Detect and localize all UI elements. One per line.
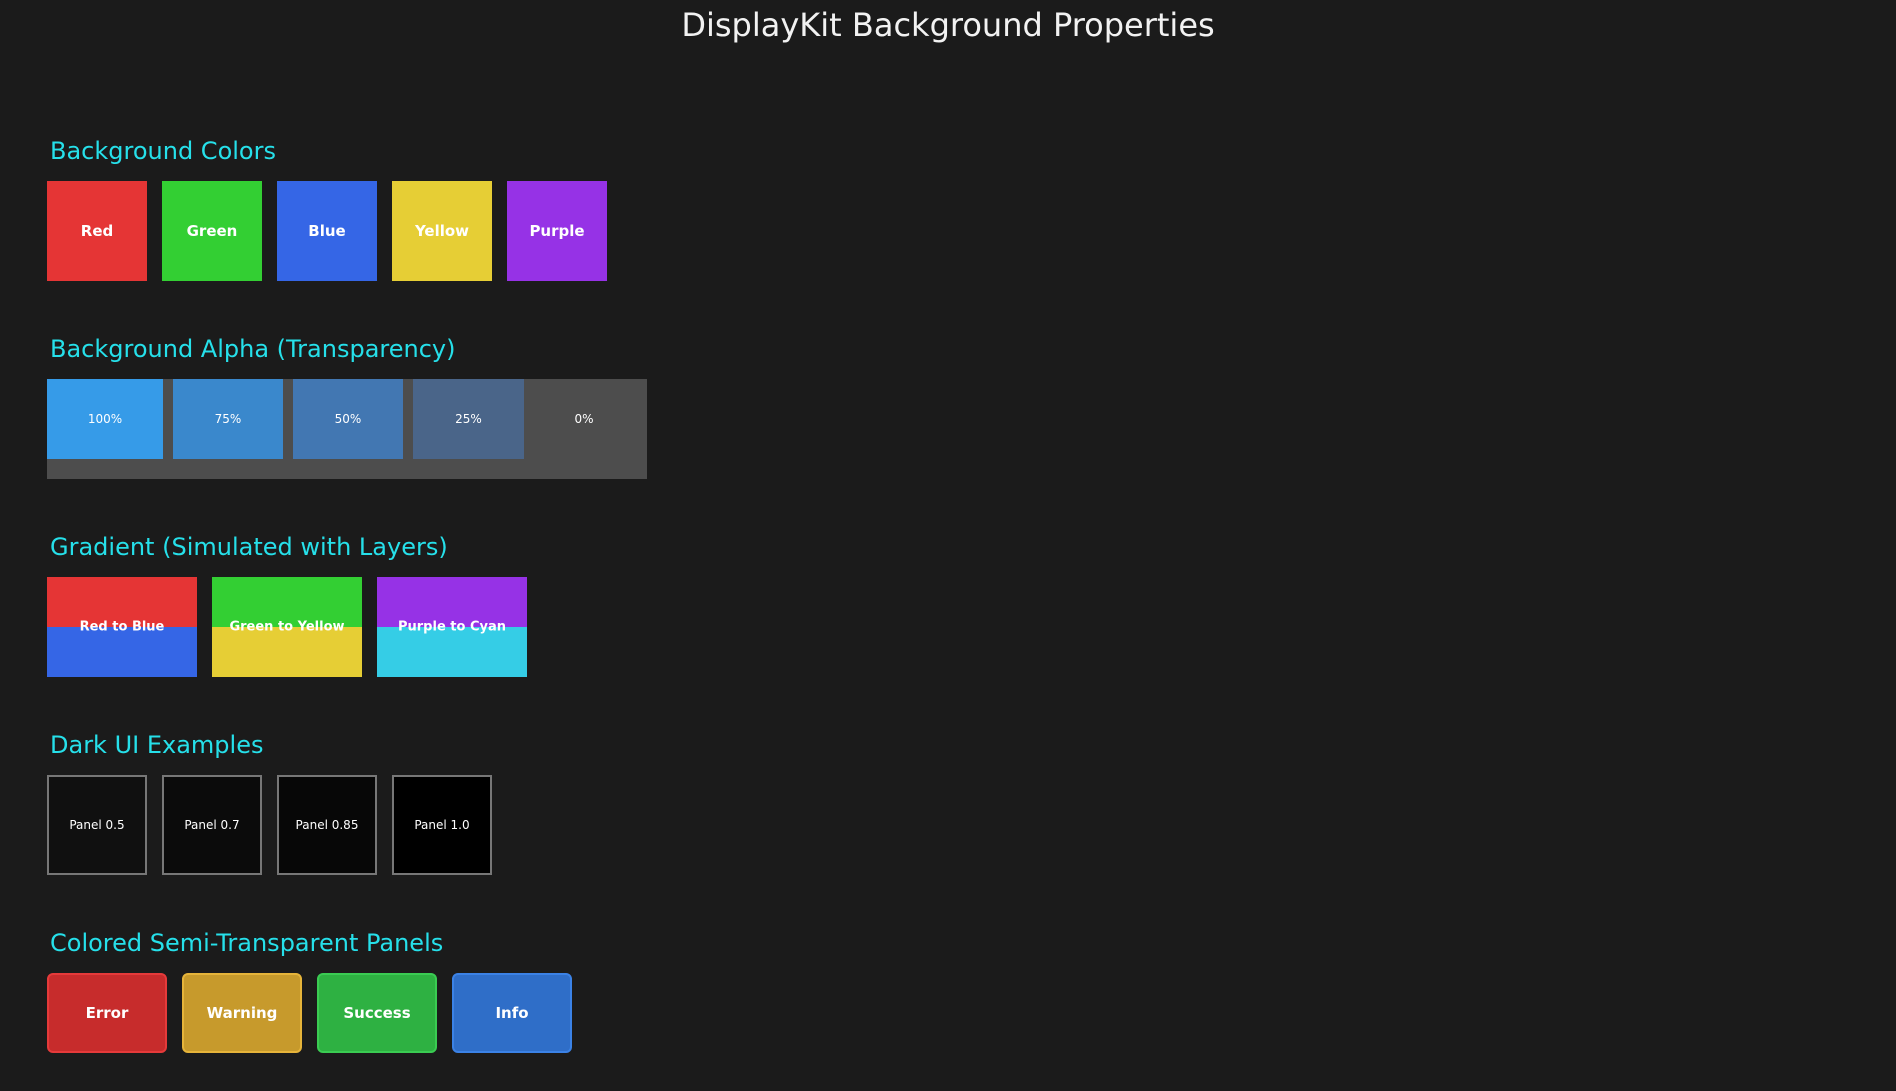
dark-panel-1-0: Panel 1.0	[392, 775, 492, 875]
gradient-bottom-layer	[212, 627, 362, 677]
color-box-red: Red	[47, 181, 147, 281]
dark-panel-0-7: Panel 0.7	[162, 775, 262, 875]
color-box-blue: Blue	[277, 181, 377, 281]
color-box-green: Green	[162, 181, 262, 281]
gradient-box-purple-cyan: Purple to Cyan	[377, 577, 527, 677]
gradient-label: Green to Yellow	[229, 619, 345, 635]
alpha-box-75: 75%	[173, 379, 283, 459]
alpha-box-25: 25%	[413, 379, 524, 459]
gradient-label: Red to Blue	[79, 619, 165, 635]
status-panel-success: Success	[317, 973, 437, 1053]
section-title-dark: Dark UI Examples	[50, 731, 264, 759]
gradient-label: Purple to Cyan	[397, 619, 506, 635]
dark-panel-0-85: Panel 0.85	[277, 775, 377, 875]
section-title-colors: Background Colors	[50, 137, 276, 165]
section-title-alpha: Background Alpha (Transparency)	[50, 335, 456, 363]
color-box-yellow: Yellow	[392, 181, 492, 281]
gradient-bottom-layer	[47, 627, 197, 677]
page-title: DisplayKit Background Properties	[681, 6, 1215, 44]
gradient-bottom-layer	[377, 627, 527, 677]
status-panel-info: Info	[452, 973, 572, 1053]
dark-panel-0-5: Panel 0.5	[47, 775, 147, 875]
alpha-box-50: 50%	[293, 379, 403, 459]
status-panel-warning: Warning	[182, 973, 302, 1053]
color-box-purple: Purple	[507, 181, 607, 281]
gradient-box-green-yellow: Green to Yellow	[212, 577, 362, 677]
gradient-box-red-blue: Red to Blue	[47, 577, 197, 677]
section-title-semi: Colored Semi-Transparent Panels	[50, 929, 444, 957]
alpha-box-100: 100%	[47, 379, 163, 459]
section-title-gradient: Gradient (Simulated with Layers)	[50, 533, 448, 561]
alpha-box-0: 0%	[534, 379, 634, 459]
status-panel-error: Error	[47, 973, 167, 1053]
